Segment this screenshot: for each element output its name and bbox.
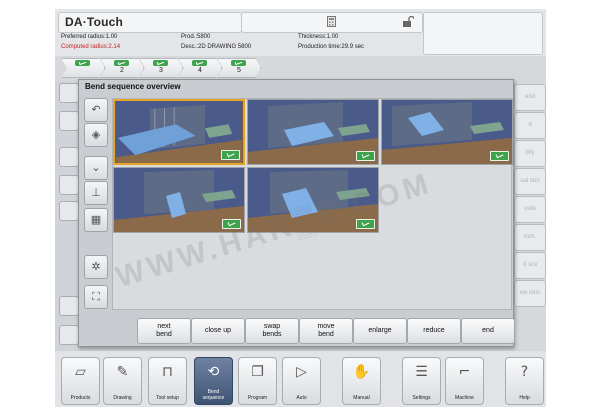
bottom-nav-bar: ▱ Products ✎ Drawing ⊓ Tool setup ⟲ Bend… — [55, 351, 546, 407]
bg-tool-button — [59, 201, 79, 221]
check-icon — [114, 60, 129, 66]
next-bend-button[interactable]: next bend — [137, 318, 191, 344]
bg-right-button: oute — [514, 196, 546, 223]
fit-view-icon[interactable]: ⛶ — [84, 285, 108, 309]
step-number: 2 — [120, 67, 124, 74]
bg-right-button: d sce — [514, 252, 546, 279]
view-3d-icon[interactable]: ◈ — [84, 123, 108, 147]
bend-thumbnail-5[interactable] — [247, 167, 379, 233]
view-side-icon[interactable]: ⊥ — [84, 181, 108, 205]
drawing-icon: ✎ — [116, 364, 129, 380]
header-right-box — [423, 12, 543, 55]
unlocked-padlock-icon[interactable] — [402, 16, 414, 28]
preferred-radius: Preferred radius:1.00 — [61, 34, 118, 40]
settings-icon: ☰ — [415, 364, 428, 380]
bend-thumbnail-4[interactable] — [113, 167, 245, 233]
dialog-title: Bend sequence overview — [85, 82, 181, 91]
bend-sequence-icon: ⟲ — [207, 364, 220, 380]
ok-check-icon — [356, 219, 375, 229]
rotate-left-icon[interactable]: ↶ — [84, 98, 108, 122]
reduce-button[interactable]: reduce — [407, 318, 461, 344]
nav-drawing[interactable]: ✎ Drawing — [103, 357, 142, 405]
close-up-button[interactable]: close up — [191, 318, 245, 344]
reset-view-icon[interactable]: ✲ — [84, 255, 108, 279]
enlarge-button[interactable]: enlarge — [353, 318, 407, 344]
thickness: Thickness:1.00 — [298, 34, 339, 40]
nav-auto[interactable]: ▷ Auto — [282, 357, 321, 405]
calculator-icon — [327, 16, 336, 27]
play-icon: ▷ — [296, 364, 307, 380]
step-number: 4 — [198, 67, 202, 74]
end-button[interactable]: end — [461, 318, 515, 344]
hand-icon: ✋ — [352, 364, 371, 380]
bend-thumbnail-2[interactable] — [247, 99, 379, 165]
check-icon — [231, 60, 246, 66]
da-touch-screen: DA·Touch Preferred radius:1.00 Computed … — [55, 9, 546, 407]
nav-manual[interactable]: ✋ Manual — [342, 357, 381, 405]
product-description: Desc.:2D DRAWING 5800 — [181, 44, 252, 50]
production-time: Production time:29.9 sec — [298, 44, 365, 50]
bg-tool-button — [59, 325, 79, 345]
view-grid-icon[interactable]: ▦ — [84, 208, 108, 232]
step-number: 3 — [159, 67, 163, 74]
bg-right-button: dify — [514, 140, 546, 167]
bend-thumbnail-3[interactable] — [381, 99, 513, 165]
nav-help[interactable]: ? Help — [505, 357, 544, 405]
bg-tool-button — [59, 175, 79, 195]
step-tab-2[interactable]: 2 — [100, 58, 144, 78]
step-tab-4[interactable]: 4 — [178, 58, 222, 78]
app-logo: DA·Touch — [65, 15, 124, 29]
help-icon: ? — [520, 364, 529, 380]
check-icon — [192, 60, 207, 66]
product-id: Prod.:5800 — [181, 34, 211, 40]
machine-icon: ⌐ — [458, 364, 471, 380]
bg-right-button: ual tion — [514, 168, 546, 195]
bend-thumbnail-1[interactable] — [113, 99, 245, 165]
background-right-buttons: end d dify ual tion oute rom. d sce ew i… — [511, 81, 546, 351]
bg-right-button: d — [514, 112, 546, 139]
nav-program[interactable]: ❐ Program — [238, 357, 277, 405]
bg-right-button: end — [514, 84, 546, 111]
step-tab-3[interactable]: 3 — [139, 58, 183, 78]
tool-setup-icon: ⊓ — [162, 364, 173, 380]
bend-thumbnail-grid — [112, 98, 513, 310]
program-icon: ❐ — [251, 364, 264, 380]
dialog-view-toolbar: ↶ ◈ ⌄ ⊥ ▦ ✲ ⛶ — [83, 98, 109, 323]
nav-settings[interactable]: ☰ Settings — [402, 357, 441, 405]
bg-tool-button — [59, 111, 79, 131]
bg-tool-button — [59, 83, 79, 103]
ok-check-icon — [490, 151, 509, 161]
ok-check-icon — [221, 150, 240, 160]
dialog-action-bar: next bend close up swap bends move bend … — [137, 318, 515, 344]
step-tab-5[interactable]: 5 — [217, 58, 261, 78]
ok-check-icon — [356, 151, 375, 161]
nav-bend-sequence[interactable]: ⟲ Bend sequence — [194, 357, 233, 405]
view-down-icon[interactable]: ⌄ — [84, 156, 108, 180]
move-bend-button[interactable]: move bend — [299, 318, 353, 344]
check-icon — [153, 60, 168, 66]
logo-box: DA·Touch — [58, 12, 242, 33]
bg-tool-button — [59, 296, 79, 316]
bend-step-tabs: 2 3 4 5 — [55, 56, 546, 78]
nav-products[interactable]: ▱ Products — [61, 357, 100, 405]
status-box — [241, 12, 423, 33]
ok-check-icon — [222, 219, 241, 229]
nav-tool-setup[interactable]: ⊓ Tool setup — [148, 357, 187, 405]
nav-machine[interactable]: ⌐ Machine — [445, 357, 484, 405]
step-tab-1[interactable] — [61, 58, 105, 78]
check-icon — [75, 60, 90, 66]
bend-sequence-overview-dialog: Bend sequence overview ↶ ◈ ⌄ ⊥ ▦ ✲ ⛶ nex… — [78, 79, 515, 347]
products-icon: ▱ — [75, 364, 86, 380]
bg-tool-button — [59, 147, 79, 167]
step-number: 5 — [237, 67, 241, 74]
bg-right-button: rom. — [514, 224, 546, 251]
header-bar: DA·Touch Preferred radius:1.00 Computed … — [55, 9, 546, 56]
computed-radius: Computed radius:2.14 — [61, 44, 121, 50]
bg-right-button: ew ions — [514, 280, 546, 307]
swap-bends-button[interactable]: swap bends — [245, 318, 299, 344]
